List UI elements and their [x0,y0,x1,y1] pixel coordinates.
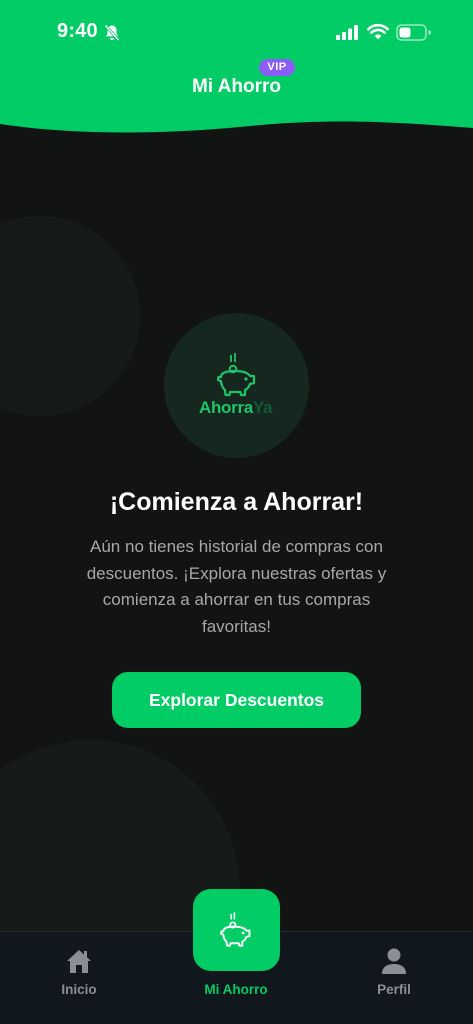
app-screen: 9:40 Mi Ahorro VIP AhorraYa ¡Comienza a … [0,0,473,1024]
logo-text-primary: Ahorra [199,398,253,417]
piggy-bank-icon [220,912,251,947]
tab-inicio-label: Inicio [61,982,97,997]
tab-perfil[interactable]: Perfil [353,932,435,1024]
status-time: 9:40 [57,20,98,42]
wifi-icon [367,24,389,40]
explore-discounts-button[interactable]: Explorar Descuentos [112,672,361,728]
decorative-circle-top [0,216,140,416]
mi-ahorro-center-button[interactable] [193,889,280,971]
empty-state-headline: ¡Comienza a Ahorrar! [109,488,364,516]
empty-state-description: Aún no tienes historial de compras con d… [86,537,387,636]
tab-inicio[interactable]: Inicio [38,932,120,1024]
piggy-bank-icon [216,353,256,397]
tab-mi-ahorro-label: Mi Ahorro [204,982,268,997]
home-indicator [166,1011,307,1016]
vip-badge: VIP [259,59,295,76]
bell-off-icon [104,24,120,42]
user-icon [382,948,406,974]
logo-wordmark: AhorraYa [199,398,273,418]
tab-perfil-label: Perfil [377,982,411,997]
page-title: Mi Ahorro [191,76,281,97]
header: 9:40 Mi Ahorro VIP [0,0,473,140]
logo-text-secondary: Ya [252,398,273,417]
battery-icon [396,24,431,41]
signal-icon [336,25,358,40]
home-icon [67,950,91,973]
status-bar: 9:40 [0,16,473,50]
